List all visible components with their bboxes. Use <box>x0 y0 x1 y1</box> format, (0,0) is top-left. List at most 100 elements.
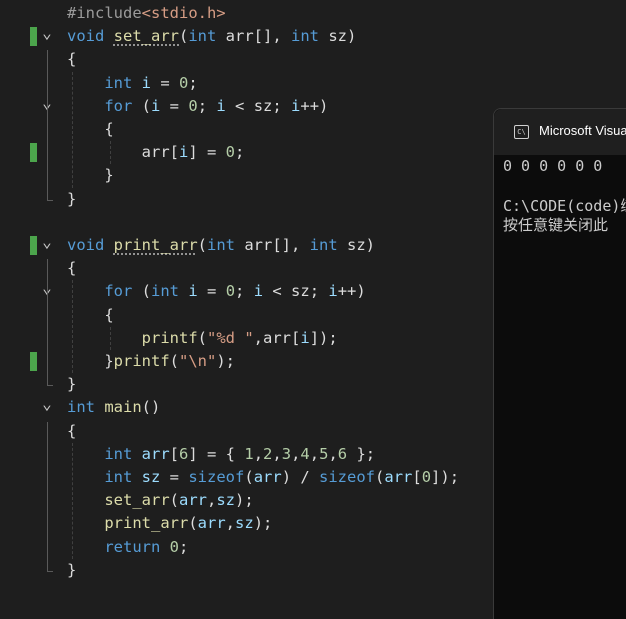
code-token: } <box>67 375 77 394</box>
code-token: i <box>300 328 310 347</box>
code-token: 0 <box>421 468 432 486</box>
code-token: , <box>225 514 236 533</box>
code-token: { <box>67 120 114 138</box>
code-token: ++) <box>337 282 366 301</box>
code-token: arr[], <box>216 27 291 46</box>
change-marker <box>30 27 37 47</box>
code-token: ( <box>132 96 151 115</box>
code-token: 0 <box>225 282 236 301</box>
code-token: i <box>328 282 338 301</box>
code-token: for <box>104 96 133 115</box>
code-token: ( <box>188 514 198 533</box>
code-text: } <box>67 164 113 187</box>
change-marker <box>30 352 37 371</box>
code-token: int <box>291 27 319 46</box>
code-token: void <box>67 27 105 46</box>
indent-guide <box>110 141 111 165</box>
code-token: i <box>253 282 264 301</box>
code-token: ( <box>197 236 208 254</box>
code-token: ( <box>169 491 179 510</box>
console-titlebar[interactable]: C\ Microsoft Visual <box>494 109 626 155</box>
code-token: sz <box>141 468 161 486</box>
code-text: return 0; <box>67 536 188 559</box>
code-token: ] = { <box>188 444 245 463</box>
console-output-line: 按任意键关闭此 <box>503 216 609 234</box>
console-window-icon: C\ <box>514 125 529 139</box>
code-token: , <box>272 444 282 463</box>
code-token: arr[], <box>235 236 310 254</box>
code-token: void <box>67 236 105 254</box>
code-token: ; <box>235 143 245 162</box>
fold-chevron-icon[interactable]: ⌄ <box>40 396 54 419</box>
code-token: arr[ <box>67 143 179 162</box>
code-token: int <box>188 27 217 46</box>
code-token: 4 <box>300 444 310 463</box>
code-text: { <box>67 304 113 327</box>
code-token: { <box>67 259 77 278</box>
code-token: int <box>207 236 236 254</box>
code-token: = <box>160 468 189 486</box>
code-token: ); <box>235 491 254 510</box>
code-token: arr <box>179 491 207 510</box>
code-text: int arr[6] = { 1,2,3,4,5,6 }; <box>67 443 375 466</box>
code-text: { <box>67 420 76 443</box>
code-line[interactable]: { <box>0 48 626 71</box>
code-token: i <box>178 143 189 162</box>
fold-bracket <box>47 385 53 387</box>
code-token: #include <box>67 4 142 22</box>
code-text: int i = 0; <box>67 72 198 95</box>
code-token: ( <box>132 282 151 301</box>
code-token: sz) <box>337 236 375 254</box>
code-token: i <box>216 96 226 115</box>
code-token: sizeof <box>319 468 376 486</box>
code-token: 6 <box>179 444 189 463</box>
code-token: } <box>67 189 77 208</box>
fold-chevron-icon[interactable]: ⌄ <box>40 234 54 257</box>
code-token: ; <box>188 73 198 92</box>
code-token: = <box>197 282 226 301</box>
code-token: ( <box>244 468 254 486</box>
code-text: for (int i = 0; i < sz; i++) <box>67 280 366 303</box>
code-token: i <box>188 282 198 301</box>
code-text: } <box>67 559 76 582</box>
code-token: ; <box>179 537 189 556</box>
fold-bracket <box>47 570 53 572</box>
code-token: 0 <box>225 143 235 162</box>
fold-chevron-icon[interactable]: ⌄ <box>40 25 54 48</box>
code-text: set_arr(arr,sz); <box>67 489 254 512</box>
code-line[interactable]: ⌄ void set_arr(int arr[], int sz) <box>0 25 626 48</box>
code-token: }; <box>347 444 376 463</box>
code-line[interactable]: int i = 0; <box>0 72 626 95</box>
code-text: } <box>67 188 76 211</box>
code-token: ] = <box>188 143 226 162</box>
code-token: arr <box>141 444 170 463</box>
code-token: int <box>67 398 95 417</box>
code-token: set_arr <box>104 491 170 510</box>
code-text: }printf("\n"); <box>67 350 235 373</box>
code-token: sz <box>235 514 254 533</box>
code-text: #include<stdio.h> <box>67 2 226 25</box>
code-token: , <box>207 491 217 510</box>
code-token: printf <box>141 328 198 347</box>
fold-bracket <box>47 50 48 200</box>
code-line[interactable]: #include<stdio.h> <box>0 2 626 25</box>
code-token: int <box>104 444 133 463</box>
code-text: int sz = sizeof(arr) / sizeof(arr[0]); <box>67 466 459 489</box>
console-window[interactable]: C\ Microsoft Visual 0 0 0 0 0 0 C:\CODE(… <box>493 108 626 619</box>
code-text: void print_arr(int arr[], int sz) <box>67 234 375 257</box>
code-token: int <box>309 236 338 254</box>
code-token: [ <box>169 444 180 463</box>
code-token: } <box>67 560 77 579</box>
code-token: ( <box>375 468 385 486</box>
code-text: { <box>67 257 76 280</box>
code-text: for (i = 0; i < sz; i++) <box>67 95 328 118</box>
fold-bracket <box>47 421 48 571</box>
fold-bracket <box>47 199 53 201</box>
code-token: ); <box>216 352 236 370</box>
